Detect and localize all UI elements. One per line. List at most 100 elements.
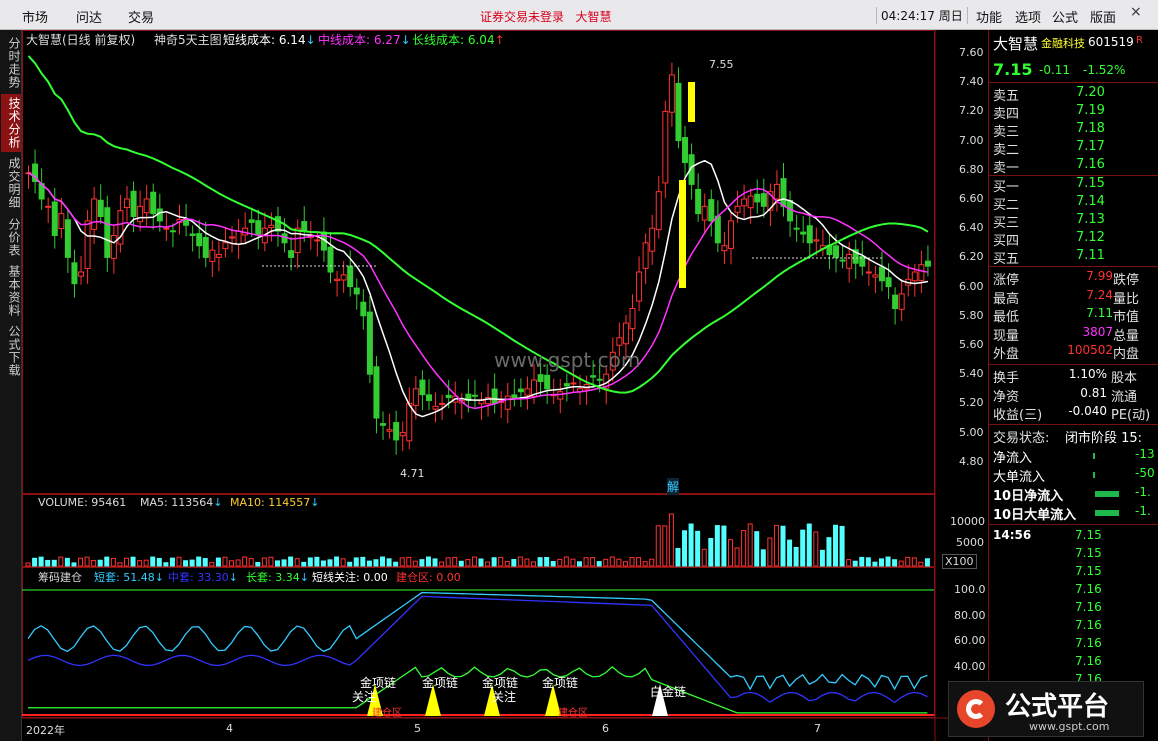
ask-price: 7.17: [1076, 139, 1105, 154]
volume-bar: [813, 531, 819, 567]
chart-area[interactable]: 大智慧(日线 前复权) 神奇5天主图 短线成本: 6.14↓ 中线成本: 6.2…: [22, 30, 988, 741]
menu-bar: 市场 问达 交易 证券交易未登录 大智慧 04:24:17 周日 功能 选项 公…: [0, 0, 1158, 30]
zone-label: 建仓区: [558, 708, 588, 719]
flow-label: 10日大单流入: [993, 508, 1077, 523]
bid-row[interactable]: 买一 7.15: [993, 176, 1155, 195]
candle-body: [104, 207, 111, 258]
candle-body: [380, 423, 387, 426]
candle-body: [878, 266, 885, 282]
volume-bar: [655, 525, 661, 567]
menu-layout[interactable]: 版面: [1090, 7, 1116, 26]
volume-bar: [45, 559, 51, 567]
volume-bar: [110, 557, 116, 567]
flow-value: -1.: [1135, 504, 1151, 518]
menu-market[interactable]: 市场: [22, 7, 48, 26]
candle-body: [327, 246, 334, 273]
price-tick-label: 7.20: [959, 104, 984, 118]
volume-bar: [878, 558, 884, 567]
stat-label-right: 量比: [1113, 291, 1140, 307]
volume-bar: [432, 558, 438, 567]
candle-body: [616, 337, 623, 346]
close-icon[interactable]: ×: [1130, 4, 1142, 20]
bid-row[interactable]: 买三 7.13: [993, 212, 1155, 231]
price-tick-label: 5.40: [959, 367, 984, 381]
bid-row[interactable]: 买二 7.14: [993, 194, 1155, 213]
volume-title: VOLUME: 95461: [38, 496, 127, 509]
volume-bar: [71, 562, 77, 567]
ask-row[interactable]: 卖一 7.16: [993, 157, 1155, 176]
menu-trade[interactable]: 交易: [128, 7, 154, 26]
signal-label: 金项链: [422, 676, 459, 690]
candle-body: [727, 220, 734, 249]
bid-price: 7.13: [1076, 212, 1105, 227]
gspt-logo: 公式平台 www.gspt.com: [948, 681, 1144, 737]
volume-bar: [97, 559, 103, 567]
menu-formula[interactable]: 公式: [1052, 7, 1078, 26]
tab-trade-detail[interactable]: 成交明细: [1, 154, 21, 212]
tab-technical[interactable]: 技术分析: [1, 94, 21, 152]
volume-bar: [452, 556, 458, 567]
volume-bar: [517, 556, 523, 567]
left-tab-strip: 分时走势 技术分析 成交明细 分价表 基本资料 公式下载: [0, 30, 22, 741]
indicator-name[interactable]: 神奇5天主图: [154, 31, 222, 48]
zone-label: 建仓区: [372, 708, 402, 719]
volume-bar: [596, 561, 602, 567]
ask-row[interactable]: 卖五 7.20: [993, 85, 1155, 104]
ask-row[interactable]: 卖三 7.18: [993, 121, 1155, 140]
volume-bar: [137, 560, 143, 567]
candle-body: [911, 271, 918, 282]
candle-body: [642, 242, 649, 269]
volume-bar: [865, 557, 871, 567]
bid-row[interactable]: 买五 7.11: [993, 248, 1155, 267]
candle-body: [84, 220, 91, 270]
candle-body: [353, 287, 360, 295]
volume-bar: [314, 556, 320, 567]
menu-function[interactable]: 功能: [976, 7, 1002, 26]
menu-wenda[interactable]: 问达: [76, 7, 102, 26]
candle-body: [209, 249, 216, 262]
tab-intraday[interactable]: 分时走势: [1, 34, 21, 92]
candle-body: [288, 250, 295, 258]
volume-bar: [609, 556, 615, 567]
bid-row[interactable]: 买四 7.12: [993, 230, 1155, 249]
volume-bar: [294, 558, 300, 567]
candle-body: [406, 402, 413, 442]
ask-row[interactable]: 卖四 7.19: [993, 103, 1155, 122]
candle-body: [721, 245, 728, 252]
logo-mark-icon: [957, 690, 995, 728]
ask-row[interactable]: 卖二 7.17: [993, 139, 1155, 158]
volume-bar: [642, 561, 648, 567]
login-notice[interactable]: 证券交易未登录 大智慧: [480, 8, 611, 25]
candle-body: [425, 394, 432, 401]
flow-row: 大单流入 -50: [993, 466, 1155, 485]
candle-body: [754, 193, 761, 203]
candle-body: [229, 236, 236, 239]
volume-bar: [806, 523, 812, 567]
flow-label: 大单流入: [993, 470, 1046, 485]
volume-bar: [340, 558, 346, 567]
legend-short: 短线成本: 6.14↓: [223, 33, 316, 47]
volume-bar: [281, 559, 287, 567]
volume-bar: [360, 556, 366, 567]
tick-price: 7.16: [1075, 582, 1102, 596]
stat-label-right: 总量: [1113, 328, 1140, 344]
volume-bar: [924, 558, 930, 567]
tick-price: 7.16: [1075, 636, 1102, 650]
long-cost-line: [27, 55, 929, 394]
volume-bar: [531, 561, 537, 567]
tab-price-table[interactable]: 分价表: [1, 214, 21, 260]
menu-options[interactable]: 选项: [1015, 7, 1041, 26]
bid-label: 买三: [993, 216, 1020, 231]
tab-formula-download[interactable]: 公式下载: [1, 322, 21, 380]
stat-label-right: 跌停: [1113, 273, 1140, 288]
candle-body: [137, 205, 144, 223]
tab-profile[interactable]: 基本资料: [1, 262, 21, 320]
candle-body: [78, 271, 85, 277]
candle-body: [386, 429, 393, 432]
quote-price-row: 7.15 -0.11 -1.52%: [993, 60, 1155, 82]
bid-price: 7.11: [1076, 248, 1105, 263]
flow-bar: [1095, 491, 1119, 497]
stat-label-right: 内盘: [1113, 347, 1140, 362]
candle-body: [110, 235, 117, 259]
tick-price: 7.16: [1075, 654, 1102, 668]
